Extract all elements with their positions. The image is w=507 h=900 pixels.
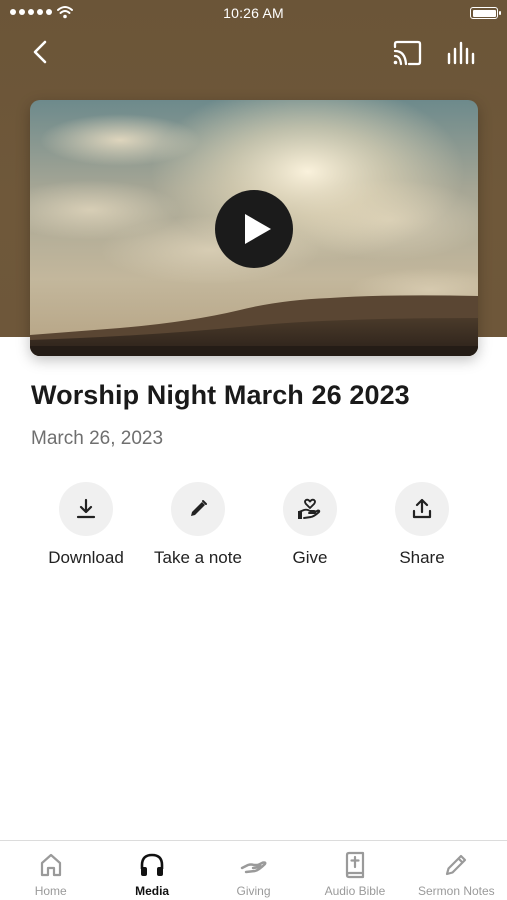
play-button[interactable] [215, 190, 293, 268]
chevron-left-icon[interactable] [28, 38, 54, 66]
give-label: Give [292, 548, 328, 567]
status-bar: 10:26 AM [0, 0, 507, 28]
bible-icon [345, 851, 365, 879]
tab-audio-bible-label: Audio Bible [324, 884, 386, 898]
download-label: Download [48, 548, 124, 567]
tab-home-label: Home [34, 884, 67, 898]
home-icon [40, 853, 61, 877]
share-label: Share [399, 548, 445, 567]
media-date: March 26, 2023 [31, 428, 164, 449]
tab-sermon-notes[interactable]: Sermon Notes [406, 841, 507, 900]
download-icon [59, 482, 113, 536]
download-button[interactable]: Download [30, 482, 142, 568]
headphones-icon [140, 853, 164, 876]
tab-giving[interactable]: Giving [203, 841, 304, 900]
take-a-note-button[interactable]: Take a note [142, 482, 254, 568]
share-icon [395, 482, 449, 536]
equalizer-icon[interactable] [446, 40, 476, 66]
battery-icon [470, 7, 501, 19]
tab-bar: Home Media Giving Audio Bible Sermon Not… [0, 840, 507, 900]
take-a-note-label: Take a note [154, 548, 242, 567]
tab-audio-bible[interactable]: Audio Bible [304, 841, 405, 900]
media-thumbnail[interactable] [30, 100, 478, 356]
tab-sermon-notes-label: Sermon Notes [417, 884, 495, 898]
tab-home[interactable]: Home [0, 841, 101, 900]
action-row: Download Take a note Give Share [30, 482, 478, 572]
cast-icon[interactable] [392, 40, 422, 66]
hand-heart-icon [283, 482, 337, 536]
share-button[interactable]: Share [366, 482, 478, 568]
status-time: 10:26 AM [223, 5, 284, 21]
tab-media[interactable]: Media [101, 841, 202, 900]
media-title: Worship Night March 26 2023 [31, 380, 410, 410]
giving-hand-icon [240, 861, 266, 874]
pencil-icon [446, 854, 467, 876]
tab-media-label: Media [135, 884, 170, 898]
pencil-icon [171, 482, 225, 536]
give-button[interactable]: Give [254, 482, 366, 568]
tab-giving-label: Giving [236, 884, 271, 898]
